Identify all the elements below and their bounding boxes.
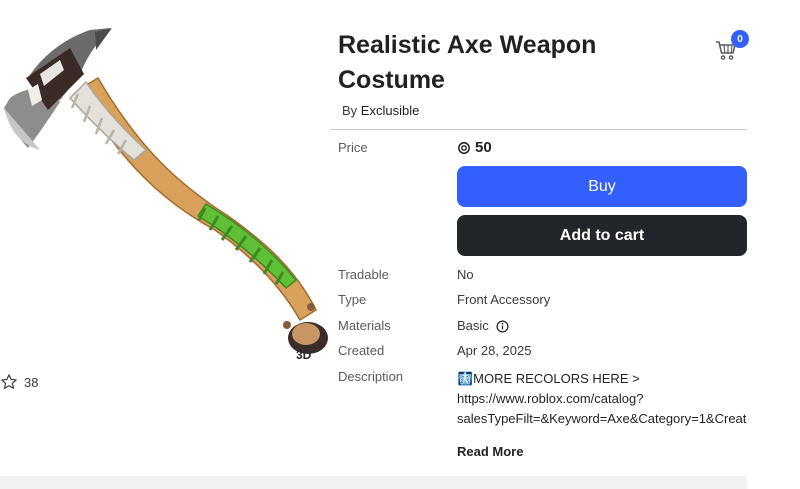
tradable-label: Tradable — [338, 267, 389, 282]
axe-image — [4, 28, 328, 354]
favorites-count: 38 — [24, 374, 39, 390]
description-line-1: 🩻MORE RECOLORS HERE > — [457, 371, 640, 386]
creator-link[interactable]: Exclusible — [361, 103, 420, 118]
info-icon[interactable] — [496, 320, 509, 333]
description-line-3[interactable]: salesTypeFilt=&Keyword=Axe&Category=1&Cr… — [457, 409, 747, 429]
price-value: 50 — [458, 139, 492, 156]
description-label: Description — [338, 369, 404, 384]
price-label: Price — [338, 140, 368, 155]
item-title: Realistic Axe Weapon Costume — [338, 28, 668, 98]
type-value: Front Accessory — [457, 292, 551, 307]
star-icon — [1, 374, 17, 389]
read-more-link[interactable]: Read More — [457, 444, 523, 459]
preview-3d-badge[interactable]: 3D — [296, 348, 311, 362]
item-preview[interactable]: 3D — [0, 20, 330, 365]
robux-icon — [458, 141, 470, 154]
header-divider — [330, 129, 747, 130]
created-label: Created — [338, 343, 385, 358]
materials-value: Basic — [457, 318, 509, 333]
buy-button[interactable]: Buy — [457, 166, 747, 207]
add-to-cart-button[interactable]: Add to cart — [457, 215, 747, 256]
item-title-line1: Realistic Axe Weapon — [338, 31, 597, 59]
description-text: 🩻MORE RECOLORS HERE > https://www.roblox… — [457, 369, 747, 429]
creator-byline: By Exclusible — [342, 103, 419, 118]
price-amount: 50 — [475, 139, 492, 156]
description-line-2[interactable]: https://www.roblox.com/catalog? — [457, 389, 747, 409]
tradable-value: No — [457, 267, 474, 282]
type-label: Type — [338, 292, 367, 307]
cart-button[interactable]: 0 — [712, 30, 752, 64]
materials-label: Materials — [338, 318, 391, 333]
bottom-section-band — [0, 476, 747, 489]
cart-count-badge: 0 — [731, 30, 749, 48]
created-value: Apr 28, 2025 — [457, 343, 532, 358]
item-title-line2: Costume — [338, 66, 445, 94]
byline-prefix: By — [342, 103, 358, 118]
materials-text: Basic — [457, 318, 489, 333]
favorite-button[interactable]: 38 — [0, 373, 38, 391]
